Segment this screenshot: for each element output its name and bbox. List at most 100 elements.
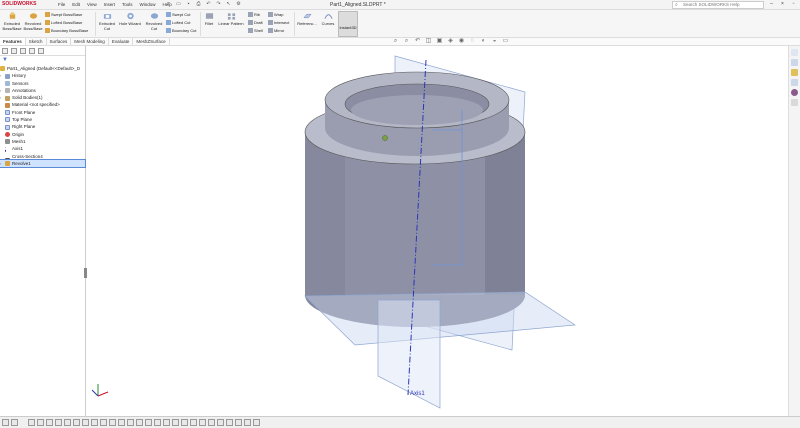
tool-icon[interactable]	[145, 419, 152, 426]
swept-boss-button[interactable]: Swept Boss/Base	[45, 12, 82, 18]
tree-item-solid-bodies[interactable]: › Solid Bodies(1)	[0, 94, 85, 101]
hide-show-items-icon[interactable]: ◌	[469, 38, 476, 45]
tool-icon[interactable]	[253, 419, 260, 426]
print-icon[interactable]: ⎙	[195, 1, 202, 8]
configuration-manager-icon[interactable]	[20, 48, 26, 54]
tool-icon[interactable]	[226, 419, 233, 426]
tool-icon[interactable]	[163, 419, 170, 426]
tab-surfaces[interactable]: Surfaces	[47, 38, 72, 45]
tree-item-sensors[interactable]: Sensors	[0, 80, 85, 87]
display-style-icon[interactable]: ◉	[458, 38, 465, 45]
zoom-to-area-icon[interactable]: ⌕	[403, 38, 410, 45]
feature-tree-icon[interactable]	[2, 48, 8, 54]
minimize-icon[interactable]: –	[766, 0, 777, 9]
dimxpert-icon[interactable]	[29, 48, 35, 54]
model-tab-icon[interactable]	[2, 419, 9, 426]
tool-icon[interactable]	[109, 419, 116, 426]
tool-icon[interactable]	[235, 419, 242, 426]
tool-icon[interactable]	[181, 419, 188, 426]
tool-icon[interactable]	[73, 419, 80, 426]
boundary-boss-button[interactable]: Boundary Boss/Base	[45, 28, 88, 34]
tree-item-mesh1[interactable]: Mesh1	[0, 138, 85, 145]
appearances-icon[interactable]	[791, 89, 798, 96]
mirror-button[interactable]: Mirror	[268, 28, 284, 34]
tool-icon[interactable]	[199, 419, 206, 426]
section-view-icon[interactable]: ◫	[425, 38, 432, 45]
menu-view[interactable]: View	[87, 2, 97, 7]
view-palette-icon[interactable]	[791, 79, 798, 86]
menu-tools[interactable]: Tools	[122, 2, 133, 7]
select-icon[interactable]: ↖	[225, 1, 232, 8]
tool-icon[interactable]	[64, 419, 71, 426]
boundary-cut-button[interactable]: Boundary Cut	[166, 28, 196, 34]
tool-icon[interactable]	[127, 419, 134, 426]
edit-appearance-icon[interactable]: ◐	[480, 38, 487, 45]
view-settings-icon[interactable]: ▭	[502, 38, 509, 45]
tree-item-origin[interactable]: Origin	[0, 131, 85, 138]
rebuild-icon[interactable]: ⚙	[235, 1, 242, 8]
tree-item-axis1[interactable]: Axis1	[0, 145, 85, 152]
tool-icon[interactable]	[190, 419, 197, 426]
lofted-boss-button[interactable]: Lofted Boss/Base	[45, 20, 82, 26]
revolved-cut-button[interactable]: Revolved Cut	[144, 12, 164, 31]
design-library-icon[interactable]	[791, 59, 798, 66]
instant3d-button[interactable]: Instant3D	[338, 11, 358, 37]
tab-sketch[interactable]: Sketch	[26, 38, 47, 45]
tree-item-cross-section4[interactable]: Cross-Section4	[0, 153, 85, 160]
swept-cut-button[interactable]: Swept Cut	[166, 12, 190, 18]
tool-icon[interactable]	[244, 419, 251, 426]
file-explorer-icon[interactable]	[791, 69, 798, 76]
apply-scene-icon[interactable]: ◒	[491, 38, 498, 45]
tree-root[interactable]: Part1_Aligned (Default<<Default>_D	[0, 65, 85, 72]
close-icon[interactable]: ×	[777, 0, 788, 9]
shell-button[interactable]: Shell	[248, 28, 263, 34]
graphics-area[interactable]: Axis1	[87, 46, 788, 416]
extruded-boss-button[interactable]: Extruded Boss/Base	[2, 12, 22, 31]
tool-icon[interactable]	[208, 419, 215, 426]
undo-icon[interactable]: ↶	[205, 1, 212, 8]
wrap-button[interactable]: Wrap	[268, 12, 283, 18]
tool-icon[interactable]	[118, 419, 125, 426]
tool-icon[interactable]	[100, 419, 107, 426]
rib-button[interactable]: Rib	[248, 12, 260, 18]
zoom-to-fit-icon[interactable]: ⌕	[392, 38, 399, 45]
motion-study-icon[interactable]	[11, 419, 18, 426]
tool-icon[interactable]	[91, 419, 98, 426]
previous-view-icon[interactable]: ↶	[414, 38, 421, 45]
menu-insert[interactable]: Insert	[104, 2, 115, 7]
hole-wizard-button[interactable]: Hole Wizard	[118, 12, 142, 26]
custom-properties-icon[interactable]	[791, 99, 798, 106]
lofted-cut-button[interactable]: Lofted Cut	[166, 20, 190, 26]
menu-file[interactable]: File	[58, 2, 65, 7]
view-orientation-icon[interactable]: ◈	[447, 38, 454, 45]
linear-pattern-button[interactable]: Linear Pattern	[217, 12, 245, 26]
revolved-boss-button[interactable]: Revolved Boss/Base	[23, 12, 43, 31]
open-icon[interactable]: ▭	[175, 1, 182, 8]
new-icon[interactable]: □	[165, 1, 172, 8]
tool-icon[interactable]	[172, 419, 179, 426]
property-manager-icon[interactable]	[11, 48, 17, 54]
restore-icon[interactable]: ▫	[788, 0, 799, 9]
tree-item-front-plane[interactable]: Front Plane	[0, 109, 85, 116]
tree-item-revolve1[interactable]: › Revolve1	[0, 158, 86, 169]
scroll-next-icon[interactable]	[46, 419, 53, 426]
tree-item-top-plane[interactable]: Top Plane	[0, 116, 85, 123]
dynamic-annotation-icon[interactable]: ▣	[436, 38, 443, 45]
scroll-last-icon[interactable]	[55, 419, 62, 426]
tree-item-annotations[interactable]: › Annotations	[0, 87, 85, 94]
intersect-button[interactable]: Intersect	[268, 20, 289, 26]
display-manager-icon[interactable]	[38, 48, 44, 54]
tab-mesh-modeling[interactable]: Mesh Modeling	[71, 38, 109, 45]
tab-evaluate[interactable]: Evaluate	[109, 38, 134, 45]
tool-icon[interactable]	[217, 419, 224, 426]
save-icon[interactable]: ▪	[185, 1, 192, 8]
scroll-prev-icon[interactable]	[37, 419, 44, 426]
tree-item-material[interactable]: Material <not specified>	[0, 101, 85, 108]
tab-features[interactable]: Features	[0, 38, 26, 45]
solidworks-resources-icon[interactable]	[791, 49, 798, 56]
tab-meshzsurface[interactable]: MeshZSurface	[133, 38, 170, 45]
tree-item-right-plane[interactable]: Right Plane	[0, 123, 85, 130]
tool-icon[interactable]	[82, 419, 89, 426]
search-input[interactable]: ⌕ Search SOLIDWORKS Help	[672, 1, 764, 9]
reference-geometry-button[interactable]: Referenc...	[296, 12, 318, 26]
